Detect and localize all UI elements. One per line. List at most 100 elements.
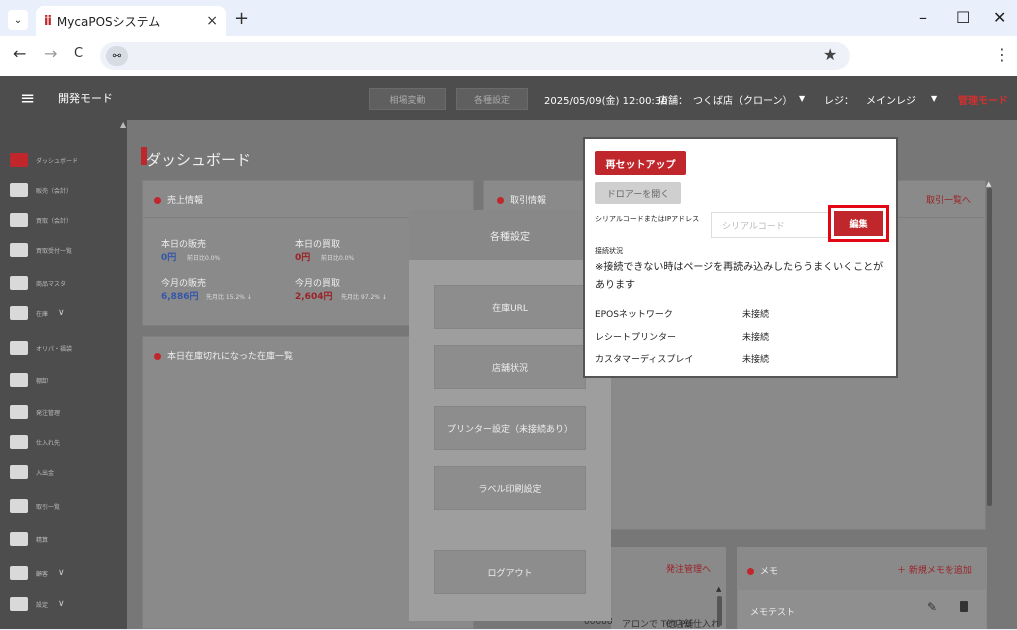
transactions-scrollbar[interactable]: ▲ <box>986 180 994 530</box>
today-buy-compare: 前日比0.0% <box>321 255 355 262</box>
sidebar-item-label: オリパ・福袋 <box>36 345 73 353</box>
order-management-link[interactable]: 発注管理へ <box>666 562 711 575</box>
connection-status-label: 接続状況 <box>595 247 623 255</box>
sidebar-item-purchase-list[interactable]: 買取受付一覧 <box>0 235 127 265</box>
sidebar-item-label: 仕入れ先 <box>36 439 61 447</box>
sidebar-item-oripa[interactable]: オリパ・福袋 <box>0 333 127 363</box>
sidebar-item-settlement[interactable]: 精算 <box>0 524 127 554</box>
browser-tab[interactable]: ii MycaPOSシステム × <box>36 6 226 36</box>
address-bar[interactable] <box>100 42 850 70</box>
today-buy-label: 本日の買取 <box>295 240 341 250</box>
register-dropdown-icon[interactable]: ▼ <box>931 94 937 103</box>
sidebar-item-label: 精算 <box>36 536 49 544</box>
back-icon[interactable]: ← <box>13 44 26 63</box>
admin-mode-link[interactable]: 管理モード <box>958 92 1008 107</box>
purchase-list-icon <box>10 243 28 257</box>
transactions-list-link[interactable]: 取引一覧へ <box>926 193 971 206</box>
resetup-button[interactable]: 再セットアップ <box>595 151 686 175</box>
inventory-icon <box>10 306 28 320</box>
serial-code-input[interactable]: シリアルコード <box>711 212 829 238</box>
register-label: レジ： <box>824 96 854 107</box>
sidebar-item-sales[interactable]: 販売（会計） <box>0 175 127 205</box>
site-info-icon[interactable]: ⚯ <box>106 46 128 66</box>
store-dropdown-icon[interactable]: ▼ <box>799 94 805 103</box>
dev-mode-label: 開発モード <box>58 92 113 105</box>
purchase-icon <box>10 213 28 227</box>
chevron-down-icon: ∨ <box>58 568 65 578</box>
product-master-icon <box>10 276 28 290</box>
month-sales-compare: 先月比 15.2% ↓ <box>206 294 252 301</box>
sidebar-item-label: 発注管理 <box>36 409 61 417</box>
receipt-printer-status: 未接続 <box>742 333 770 343</box>
sidebar-item-label: 設定 <box>36 601 49 609</box>
label-print-settings-button[interactable]: ラベル印刷設定 <box>434 466 586 510</box>
store-select[interactable]: つくば店（クローン） <box>693 92 793 107</box>
sidebar-item-dashboard[interactable]: ダッシュボード <box>0 145 127 175</box>
edit-memo-icon[interactable]: ✎ <box>927 600 937 614</box>
bookmark-star-icon[interactable]: ★ <box>823 45 837 64</box>
sidebar-item-inventory[interactable]: 在庫 ∨ <box>0 298 127 328</box>
new-tab-icon[interactable]: + <box>234 8 249 29</box>
settings-icon <box>10 597 28 611</box>
month-sales-value: 6,886円 <box>161 292 199 302</box>
sidebar-item-label: 販売（会計） <box>36 187 73 195</box>
order-scroll-up-icon[interactable]: ▲ <box>716 585 721 593</box>
oripa-icon <box>10 341 28 355</box>
sidebar-item-customers[interactable]: 顧客 ∨ <box>0 558 127 588</box>
close-window-icon[interactable]: ✕ <box>993 8 1006 27</box>
add-memo-button[interactable]: ＋ 新規メモを追加 <box>897 563 972 576</box>
sidebar-item-label: 買取（会計） <box>36 217 73 225</box>
memo-text: メモテスト <box>750 608 796 618</box>
order-management-icon <box>10 405 28 419</box>
sidebar-item-product-master[interactable]: 商品マスタ <box>0 268 127 298</box>
today-sales-compare: 前日比0.0% <box>187 255 221 262</box>
today-buy-value: 0円 <box>295 253 311 263</box>
register-select[interactable]: メインレジ <box>866 92 916 107</box>
transactions-icon <box>10 499 28 513</box>
sidebar-item-purchase[interactable]: 買取（会計） <box>0 205 127 235</box>
sidebar-item-label: 取引一覧 <box>36 503 61 511</box>
printer-settings-button[interactable]: プリンター設定（未接続あり） <box>434 406 586 450</box>
order-row-supplier: 他店舗仕入れ <box>666 620 721 630</box>
settings-button[interactable]: 各種設定 <box>456 88 528 110</box>
chevron-down-icon: ∨ <box>58 599 65 609</box>
open-drawer-button[interactable]: ドロアーを開く <box>595 182 681 204</box>
sidebar-item-order-management[interactable]: 発注管理 <box>0 397 127 427</box>
minimize-icon[interactable]: – <box>919 8 927 27</box>
sidebar-item-settings[interactable]: 設定 ∨ <box>0 589 127 619</box>
sidebar-item-transactions[interactable]: 取引一覧 <box>0 491 127 521</box>
tab-close-icon[interactable]: × <box>206 13 218 29</box>
sidebar-item-cash[interactable]: 入出金 <box>0 457 127 487</box>
month-buy-label: 今月の買取 <box>295 279 341 289</box>
sidebar-item-label: 買取受付一覧 <box>36 247 73 255</box>
reload-icon[interactable]: C <box>74 46 83 61</box>
sidebar-item-label: ダッシュボード <box>36 157 79 165</box>
price-change-button[interactable]: 相場変動 <box>369 88 446 110</box>
browser-menu-icon[interactable]: ⋮ <box>994 45 1010 64</box>
tab-search-button[interactable]: ⌄ <box>8 10 28 30</box>
store-status-button[interactable]: 店舗状況 <box>434 345 586 389</box>
hamburger-menu-icon[interactable]: ≡ <box>20 88 35 109</box>
sidebar-item-label: 顧客 <box>36 570 49 578</box>
sidebar-item-label: 在庫 <box>36 310 49 318</box>
sidebar-item-stocktake[interactable]: 棚卸 <box>0 365 127 395</box>
month-sales-label: 今月の販売 <box>161 279 207 289</box>
edit-button[interactable]: 編集 <box>834 211 883 236</box>
sidebar-scroll-up-icon[interactable]: ▲ <box>120 120 127 132</box>
memo-card-title: メモ <box>747 564 778 577</box>
inventory-url-button[interactable]: 在庫URL <box>434 285 586 329</box>
serial-code-label: シリアルコードまたはIPアドレス <box>595 215 700 223</box>
sidebar-item-suppliers[interactable]: 仕入れ先 <box>0 427 127 457</box>
settlement-icon <box>10 532 28 546</box>
stockout-card-title: 本日在庫切れになった在庫一覧 <box>154 349 293 362</box>
tab-title: MycaPOSシステム <box>56 14 161 29</box>
delete-memo-icon[interactable] <box>960 601 968 612</box>
page-title: ダッシュボード <box>146 151 252 169</box>
logout-button[interactable]: ログアウト <box>434 550 586 594</box>
forward-icon[interactable]: → <box>44 44 57 63</box>
today-sales-value: 0円 <box>161 253 177 263</box>
sidebar-item-label: 入出金 <box>36 469 55 477</box>
sidebar-item-label: 商品マスタ <box>36 280 67 288</box>
month-buy-value: 2,604円 <box>295 292 333 302</box>
maximize-icon[interactable]: ☐ <box>956 8 970 27</box>
